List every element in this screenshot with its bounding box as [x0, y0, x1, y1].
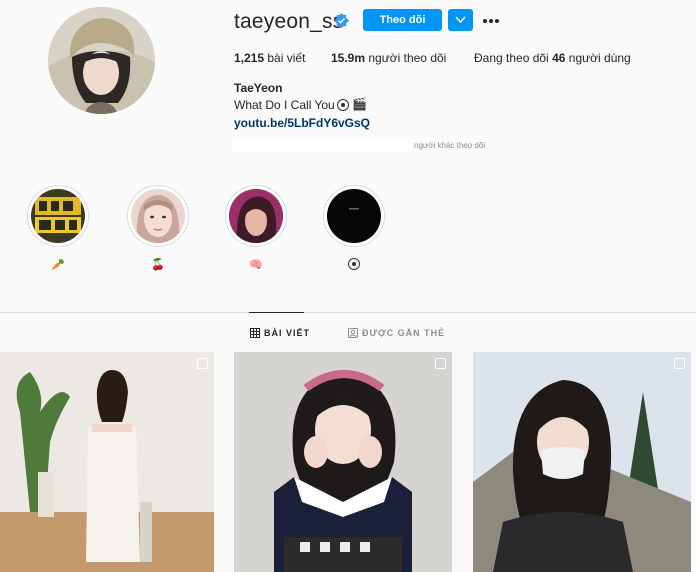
highlight-item[interactable]: 🥕: [26, 185, 90, 272]
suggested-accounts-button[interactable]: [448, 9, 473, 31]
highlight-item[interactable]: 🧠: [224, 185, 288, 272]
posts-count: 1,215 bài viết: [234, 51, 305, 65]
bio-emojis: 🎬: [337, 97, 367, 111]
tab-tagged-label: ĐƯỢC GẮN THẺ: [362, 328, 446, 338]
black-cover: [327, 189, 381, 243]
profile-link[interactable]: youtu.be/5LbFdY6vGsQ: [234, 116, 370, 130]
more-options-icon[interactable]: [483, 10, 503, 28]
tagged-user-icon: [348, 328, 358, 338]
posts-count-value: 1,215: [234, 51, 265, 65]
posts-count-label: bài viết: [267, 51, 306, 65]
multiple-images-icon: [674, 358, 685, 369]
followers-count-value: 15.9m: [331, 51, 366, 65]
bio-text: What Do I Call You: [234, 98, 335, 112]
post-thumbnail[interactable]: [234, 352, 452, 572]
profile-avatar[interactable]: [48, 7, 155, 114]
post-thumbnail[interactable]: [473, 352, 691, 572]
multiple-images-icon: [197, 358, 208, 369]
followers-count-label: người theo dõi: [368, 51, 447, 65]
follow-button[interactable]: Theo dõi: [363, 9, 442, 31]
tv-show-cover: [31, 189, 85, 243]
highlight-label: 🧠: [249, 259, 263, 271]
following-count-value: 46: [552, 51, 566, 65]
highlight-label: 🍒: [151, 259, 165, 271]
full-name: TaeYeon: [234, 81, 283, 95]
highlight-item[interactable]: [322, 185, 386, 272]
followers-count[interactable]: 15.9m người theo dõi: [331, 51, 446, 65]
chevron-down-icon: [455, 16, 466, 24]
username: taeyeon_ss: [234, 10, 344, 33]
followed-by-text[interactable]: người khác theo dõi: [414, 141, 485, 150]
tab-posts-label: BÀI VIẾT: [264, 328, 311, 338]
face-cover: [131, 189, 185, 243]
following-count[interactable]: Đang theo dõi 46 người dùng: [474, 51, 631, 65]
verified-badge-icon: [334, 13, 349, 28]
portrait-cover: [229, 189, 283, 243]
disc-icon: [348, 258, 360, 271]
highlight-label: [322, 258, 386, 272]
tab-posts[interactable]: BÀI VIẾT: [250, 328, 310, 338]
tab-tagged[interactable]: ĐƯỢC GẮN THẺ: [348, 328, 445, 338]
highlight-item[interactable]: 🍒: [126, 185, 190, 272]
active-tab-indicator: [249, 312, 304, 313]
grid-icon: [250, 328, 260, 338]
tabs-divider: [0, 312, 696, 313]
following-prefix: Đang theo dõi: [474, 51, 549, 65]
disc-icon: [337, 98, 349, 111]
clapper-emoji: 🎬: [352, 97, 368, 111]
highlight-label: 🥕: [51, 259, 65, 271]
followed-by-redacted: [232, 139, 412, 152]
post-thumbnail[interactable]: [0, 352, 214, 572]
following-suffix: người dùng: [568, 51, 631, 65]
multiple-images-icon: [435, 358, 446, 369]
